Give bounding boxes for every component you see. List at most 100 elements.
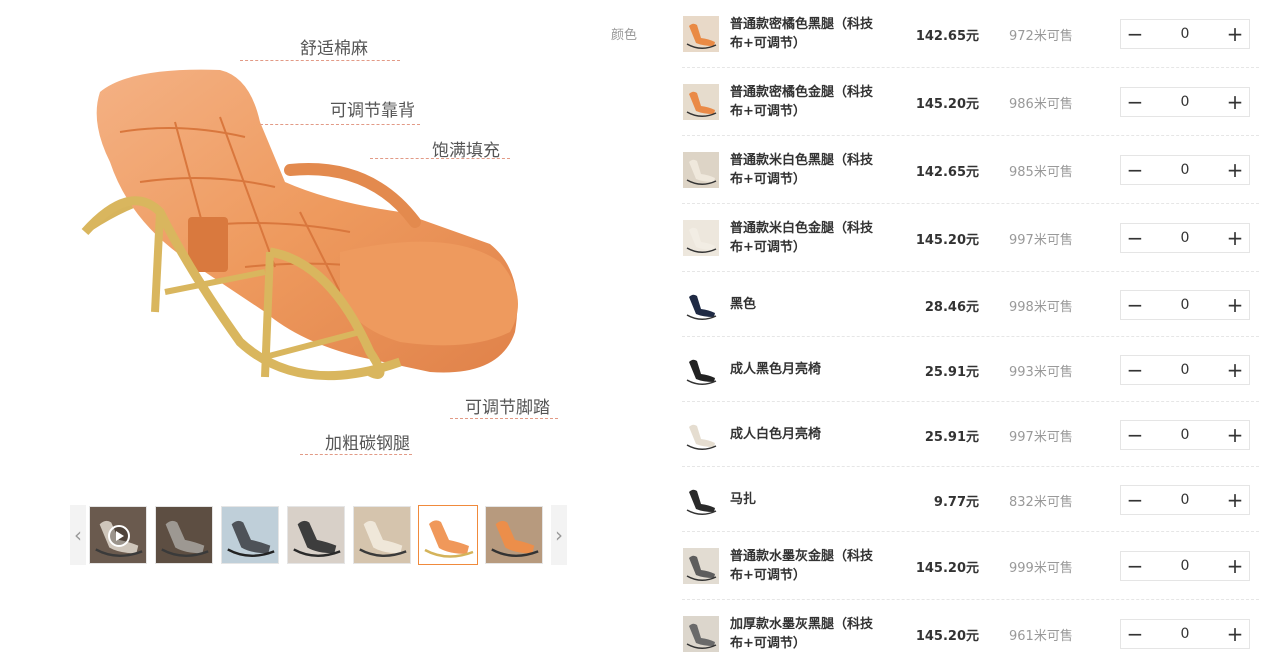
- quantity-input[interactable]: 0: [1149, 297, 1221, 313]
- increase-button[interactable]: +: [1221, 224, 1249, 252]
- quantity-input[interactable]: 0: [1149, 427, 1221, 443]
- decrease-button[interactable]: −: [1121, 156, 1149, 184]
- increase-button[interactable]: +: [1221, 88, 1249, 116]
- sku-stock: 999米可售: [1009, 561, 1073, 576]
- sku-name-line1: 加厚款水墨灰黑腿（科技: [730, 617, 874, 632]
- sku-price: 142.65元: [915, 165, 979, 180]
- increase-button[interactable]: +: [1221, 552, 1249, 580]
- sku-stock: 998米可售: [1009, 299, 1073, 315]
- sku-stock: 985米可售: [1009, 165, 1073, 180]
- sku-name-line1: 成人黑色月亮椅: [730, 362, 822, 377]
- sku-thumbnail[interactable]: [683, 16, 719, 52]
- sku-name-line2: 布+可调节）: [730, 636, 806, 651]
- sku-name-line1: 黑色: [730, 297, 757, 312]
- callout-footrest: 可调节脚踏: [465, 398, 550, 418]
- callout-filling: 饱满填充: [432, 141, 500, 161]
- increase-button[interactable]: +: [1221, 156, 1249, 184]
- quantity-input[interactable]: 0: [1149, 26, 1221, 42]
- sku-name: 马扎: [730, 490, 895, 509]
- sku-name-line1: 普通款密橘色金腿（科技: [730, 85, 874, 100]
- quantity-input[interactable]: 0: [1149, 362, 1221, 378]
- sku-name: 成人黑色月亮椅: [730, 360, 895, 379]
- sku-thumbnail[interactable]: [683, 286, 719, 323]
- sku-name: 普通款水墨灰金腿（科技 布+可调节）: [730, 547, 895, 585]
- increase-button[interactable]: +: [1221, 291, 1249, 319]
- sku-name: 成人白色月亮椅: [730, 425, 895, 444]
- sku-row: 马扎 9.77元 832米可售 −0 +: [682, 467, 1259, 532]
- sku-name: 黑色: [730, 295, 895, 314]
- quantity-input[interactable]: 0: [1149, 94, 1221, 110]
- sku-thumbnail[interactable]: [683, 84, 719, 120]
- callout-cotton: 舒适棉麻: [300, 39, 368, 59]
- sku-name: 普通款米白色黑腿（科技 布+可调节）: [730, 151, 895, 189]
- sku-thumbnail[interactable]: [683, 481, 719, 518]
- sku-name: 普通款密橘色金腿（科技 布+可调节）: [730, 83, 895, 121]
- sku-name-line2: 布+可调节）: [730, 240, 806, 255]
- quantity-input[interactable]: 0: [1149, 558, 1221, 574]
- increase-button[interactable]: +: [1221, 356, 1249, 384]
- thumbnail-dark[interactable]: [287, 506, 345, 564]
- increase-button[interactable]: +: [1221, 421, 1249, 449]
- callout-line-legs: [300, 454, 412, 455]
- chevron-right-icon: ›: [555, 523, 563, 547]
- quantity-input[interactable]: 0: [1149, 492, 1221, 508]
- thumbnail-orange-white[interactable]: [418, 505, 478, 565]
- quantity-input[interactable]: 0: [1149, 162, 1221, 178]
- main-product-image: 舒适棉麻 可调节靠背 饱满填充 可调节脚踏 加粗碳钢腿: [70, 12, 570, 482]
- sku-name: 普通款密橘色黑腿（科技 布+可调节）: [730, 15, 895, 53]
- sku-stock: 993米可售: [1009, 364, 1073, 380]
- sku-stock: 997米可售: [1009, 233, 1073, 248]
- sku-price: 142.65元: [915, 29, 979, 44]
- sku-stock: 986米可售: [1009, 97, 1073, 112]
- thumbnail-video[interactable]: [89, 506, 147, 564]
- quantity-stepper: −0 +: [1120, 484, 1250, 515]
- decrease-button[interactable]: −: [1121, 356, 1149, 384]
- sku-thumbnail[interactable]: [683, 152, 719, 188]
- sku-row: 普通款水墨灰金腿（科技 布+可调节） 145.20元 999米可售 −0 +: [682, 532, 1259, 600]
- sku-stock: 961米可售: [1009, 629, 1073, 644]
- sku-price: 25.91元: [924, 429, 979, 445]
- sku-name-line1: 普通款米白色金腿（科技: [730, 221, 874, 236]
- sku-thumbnail[interactable]: [683, 616, 719, 652]
- sku-price: 9.77元: [933, 494, 979, 510]
- thumbnail-prev-button[interactable]: ‹: [70, 505, 86, 565]
- quantity-stepper: −0 +: [1120, 223, 1250, 253]
- thumbnail-orange-room[interactable]: [485, 506, 543, 564]
- sku-name-line2: 布+可调节）: [730, 36, 806, 51]
- thumbnail-cream[interactable]: [353, 506, 411, 564]
- sku-thumbnail[interactable]: [683, 548, 719, 584]
- sku-row: 普通款米白色黑腿（科技 布+可调节） 142.65元 985米可售 −0 +: [682, 136, 1259, 204]
- sku-name-line1: 普通款密橘色黑腿（科技: [730, 17, 874, 32]
- color-label: 颜色: [611, 28, 638, 43]
- sku-stock: 997米可售: [1009, 429, 1073, 445]
- sku-name: 加厚款水墨灰黑腿（科技 布+可调节）: [730, 615, 895, 653]
- sku-thumbnail[interactable]: [683, 351, 719, 388]
- sku-thumbnail[interactable]: [683, 220, 719, 256]
- sku-thumbnail[interactable]: [683, 416, 719, 453]
- sku-price: 145.20元: [915, 233, 979, 248]
- decrease-button[interactable]: −: [1121, 421, 1149, 449]
- quantity-stepper: −0 +: [1120, 19, 1250, 49]
- decrease-button[interactable]: −: [1121, 486, 1149, 514]
- quantity-input[interactable]: 0: [1149, 230, 1221, 246]
- quantity-stepper: −0 +: [1120, 155, 1250, 185]
- decrease-button[interactable]: −: [1121, 224, 1149, 252]
- thumbnail-next-button[interactable]: ›: [551, 505, 567, 565]
- decrease-button[interactable]: −: [1121, 88, 1149, 116]
- decrease-button[interactable]: −: [1121, 552, 1149, 580]
- sku-price: 145.20元: [915, 629, 979, 644]
- quantity-stepper: −0 +: [1120, 354, 1250, 385]
- thumbnail-strip: ‹ ›: [70, 505, 567, 565]
- callout-line-backrest: [260, 124, 420, 125]
- thumbnail-outdoor[interactable]: [221, 506, 279, 564]
- sku-price: 145.20元: [915, 97, 979, 112]
- quantity-input[interactable]: 0: [1149, 626, 1221, 642]
- decrease-button[interactable]: −: [1121, 20, 1149, 48]
- decrease-button[interactable]: −: [1121, 291, 1149, 319]
- increase-button[interactable]: +: [1221, 20, 1249, 48]
- thumbnail-grey-room[interactable]: [155, 506, 213, 564]
- increase-button[interactable]: +: [1221, 486, 1249, 514]
- increase-button[interactable]: +: [1221, 620, 1249, 648]
- sku-price: 28.46元: [924, 299, 979, 315]
- decrease-button[interactable]: −: [1121, 620, 1149, 648]
